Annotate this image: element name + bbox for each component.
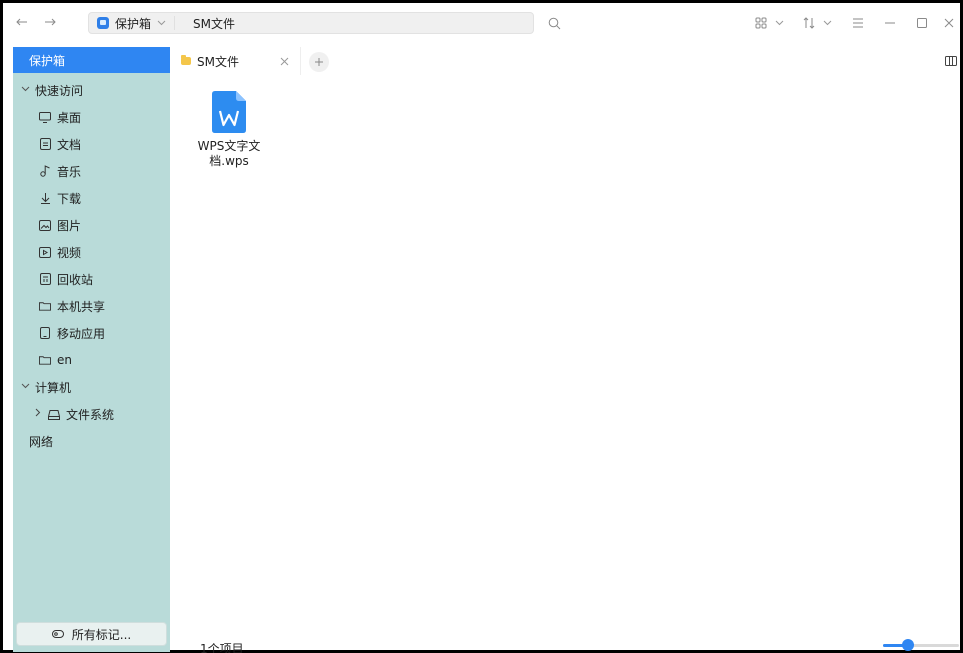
folder-icon <box>39 300 51 312</box>
detail-panel-toggle[interactable] <box>944 55 958 67</box>
menu-button[interactable] <box>852 13 864 33</box>
zoom-slider[interactable] <box>883 639 959 651</box>
sidebar-item-label: 音乐 <box>57 164 82 179</box>
titlebar: 保护箱 SM文件 <box>3 3 960 41</box>
trash-icon <box>39 273 51 285</box>
sidebar-item-label: 图片 <box>57 218 82 233</box>
document-icon <box>39 138 51 150</box>
chevron-down-icon[interactable] <box>21 382 31 392</box>
minimize-button[interactable] <box>885 13 895 33</box>
all-tags-label: 所有标记... <box>71 627 132 642</box>
sidebar-item-label: en <box>57 353 72 367</box>
search-icon <box>548 17 560 29</box>
all-tags-button[interactable]: 所有标记... <box>16 622 167 646</box>
sidebar-item-label: 文件系统 <box>66 407 115 422</box>
sidebar-item-label: 保护箱 <box>29 53 66 68</box>
chevron-down-icon[interactable] <box>21 85 31 95</box>
sidebar-item-videos[interactable]: 视频 <box>13 239 170 265</box>
zoom-handle[interactable] <box>902 639 914 651</box>
grid-view-icon <box>755 17 767 29</box>
tab-sm-files[interactable]: SM文件 <box>173 47 301 75</box>
search-button[interactable] <box>544 13 564 33</box>
close-window-button[interactable] <box>944 13 954 33</box>
folder-icon <box>39 354 51 366</box>
folder-icon <box>181 55 191 65</box>
vault-icon <box>97 17 109 29</box>
sidebar-item-label: 本机共享 <box>57 299 106 314</box>
tab-strip: SM文件 <box>173 47 960 77</box>
maximize-button[interactable] <box>917 13 927 33</box>
sidebar-item-pictures[interactable]: 图片 <box>13 212 170 238</box>
tab-label: SM文件 <box>197 54 239 69</box>
file-name: WPS文字文 档.wps <box>193 139 265 169</box>
file-manager-window: 保护箱 SM文件 保护箱 快速访问 桌面 文档 音乐 下载 图片 视频 回收站 … <box>0 0 963 653</box>
chevron-down-icon <box>823 20 832 26</box>
plus-icon <box>315 58 323 66</box>
view-mode-button[interactable] <box>755 13 784 33</box>
sidebar-item-filesystem[interactable]: 文件系统 <box>13 401 170 427</box>
back-button[interactable] <box>11 11 33 33</box>
sidebar-item-label: 回收站 <box>57 272 94 287</box>
sort-icon <box>803 17 815 29</box>
sidebar-group-label: 计算机 <box>35 380 72 395</box>
sidebar-item-trash[interactable]: 回收站 <box>13 266 170 292</box>
phone-icon <box>39 327 51 339</box>
minimize-icon <box>885 22 895 24</box>
sidebar-item-desktop[interactable]: 桌面 <box>13 104 170 130</box>
sidebar: 保护箱 快速访问 桌面 文档 音乐 下载 图片 视频 回收站 本机共享 移动应用… <box>13 47 170 652</box>
video-icon <box>39 246 51 258</box>
sidebar-group-computer[interactable]: 计算机 <box>13 374 170 400</box>
sidebar-item-label: 网络 <box>29 434 54 449</box>
drive-icon <box>48 408 60 420</box>
file-item[interactable]: WPS文字文 档.wps <box>193 91 265 169</box>
breadcrumb-current[interactable]: SM文件 <box>193 15 235 32</box>
columns-icon <box>945 56 957 66</box>
sidebar-item-downloads[interactable]: 下载 <box>13 185 170 211</box>
chevron-right-icon[interactable] <box>35 408 41 420</box>
sidebar-item-label: 桌面 <box>57 110 82 125</box>
arrow-left-icon <box>16 18 27 26</box>
sidebar-item-mobile-apps[interactable]: 移动应用 <box>13 320 170 346</box>
maximize-icon <box>917 18 927 28</box>
close-tab-button[interactable] <box>276 53 292 69</box>
breadcrumb-divider <box>174 16 176 30</box>
close-icon <box>944 18 954 28</box>
sidebar-group-quick-access[interactable]: 快速访问 <box>13 77 170 103</box>
wps-writer-icon <box>212 91 246 133</box>
file-name-line: 档.wps <box>209 154 249 168</box>
sidebar-item-label: 移动应用 <box>57 326 106 341</box>
music-icon <box>39 165 51 177</box>
download-icon <box>39 192 51 204</box>
sidebar-item-label: 文档 <box>57 137 82 152</box>
sidebar-item-label: 视频 <box>57 245 82 260</box>
file-name-line: WPS文字文 <box>197 139 261 153</box>
image-icon <box>39 219 51 231</box>
new-tab-button[interactable] <box>309 52 329 72</box>
sidebar-group-label: 快速访问 <box>35 83 84 98</box>
sidebar-item-shared[interactable]: 本机共享 <box>13 293 170 319</box>
chevron-down-icon[interactable] <box>157 18 166 29</box>
sidebar-item-music[interactable]: 音乐 <box>13 158 170 184</box>
breadcrumb-root[interactable]: 保护箱 <box>115 15 151 32</box>
sidebar-item-vault[interactable]: 保护箱 <box>13 47 170 73</box>
desktop-icon <box>39 111 51 123</box>
sort-button[interactable] <box>803 13 832 33</box>
forward-button[interactable] <box>39 11 61 33</box>
hamburger-icon <box>853 18 863 28</box>
address-bar[interactable]: 保护箱 SM文件 <box>88 12 534 34</box>
sidebar-item-en[interactable]: en <box>13 347 170 373</box>
sidebar-item-network[interactable]: 网络 <box>13 428 170 454</box>
chevron-down-icon <box>775 20 784 26</box>
status-item-count: 1个项目 <box>200 642 244 653</box>
close-icon <box>280 57 288 65</box>
arrow-right-icon <box>45 18 56 26</box>
sidebar-item-documents[interactable]: 文档 <box>13 131 170 157</box>
tag-icon <box>51 630 64 638</box>
sidebar-item-label: 下载 <box>57 191 82 206</box>
